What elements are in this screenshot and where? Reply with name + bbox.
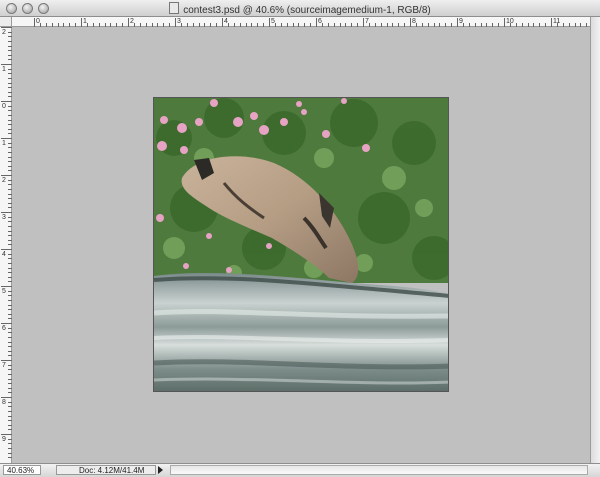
ruler-label: 7 <box>2 362 6 369</box>
ruler-major-tick <box>1 249 12 250</box>
ruler-major-tick <box>410 18 411 27</box>
ruler-label: 1 <box>2 140 6 147</box>
ruler-major-tick <box>1 138 12 139</box>
window-title-wrap: contest3.psd @ 40.6% (sourceimagemedium-… <box>0 2 600 16</box>
ruler-label: 2 <box>2 177 6 184</box>
ruler-major-tick <box>1 101 12 102</box>
ruler-label: 3 <box>2 214 6 221</box>
window-title: contest3.psd @ 40.6% (sourceimagemedium-… <box>183 5 431 16</box>
document-canvas[interactable] <box>153 97 449 392</box>
document-info-field[interactable]: Doc: 4.12M/41.4M <box>56 465 156 475</box>
ruler-major-tick <box>1 360 12 361</box>
ruler-label: 0 <box>2 103 6 110</box>
horizontal-ruler[interactable]: 0 1 2 3 4 5 6 7 8 9 10 11 <box>12 17 590 27</box>
ruler-major-tick <box>1 175 12 176</box>
canvas-image <box>154 98 448 391</box>
ruler-major-tick <box>1 286 12 287</box>
ruler-major-tick <box>81 18 82 27</box>
status-bar: 40.63% Doc: 4.12M/41.4M <box>0 463 600 477</box>
ruler-major-tick <box>1 323 12 324</box>
ruler-major-tick <box>551 18 552 27</box>
document-icon <box>169 2 180 14</box>
zoom-level-field[interactable]: 40.63% <box>3 465 41 475</box>
ruler-major-tick <box>1 27 12 28</box>
vertical-scrollbar[interactable] <box>590 17 600 463</box>
vertical-ruler[interactable]: 2 1 0 1 2 3 4 5 6 7 8 9 <box>0 27 12 463</box>
title-bar: contest3.psd @ 40.6% (sourceimagemedium-… <box>0 0 600 17</box>
ruler-label: 2 <box>2 29 6 36</box>
ruler-origin-corner[interactable] <box>0 17 12 27</box>
ruler-major-tick <box>1 64 12 65</box>
ruler-major-tick <box>1 212 12 213</box>
ruler-label: 5 <box>2 288 6 295</box>
ruler-label: 9 <box>2 436 6 443</box>
ruler-major-tick <box>363 18 364 27</box>
photoshop-document-window: { "window": { "title": "contest3.psd @ 4… <box>0 0 600 477</box>
ruler-major-tick <box>1 434 12 435</box>
ruler-major-tick <box>175 18 176 27</box>
ruler-major-tick <box>222 18 223 27</box>
ruler-major-tick <box>457 18 458 27</box>
ruler-label: 8 <box>2 399 6 406</box>
ruler-label: 4 <box>2 251 6 258</box>
ruler-major-tick <box>128 18 129 27</box>
status-menu-arrow-icon[interactable] <box>158 466 163 474</box>
ruler-major-tick <box>269 18 270 27</box>
ruler-major-tick <box>34 18 35 27</box>
ruler-label: 1 <box>2 66 6 73</box>
ruler-major-tick <box>1 397 12 398</box>
ruler-major-tick <box>316 18 317 27</box>
ruler-major-tick <box>504 18 505 27</box>
horizontal-scrollbar[interactable] <box>170 465 588 475</box>
ruler-label: 6 <box>2 325 6 332</box>
